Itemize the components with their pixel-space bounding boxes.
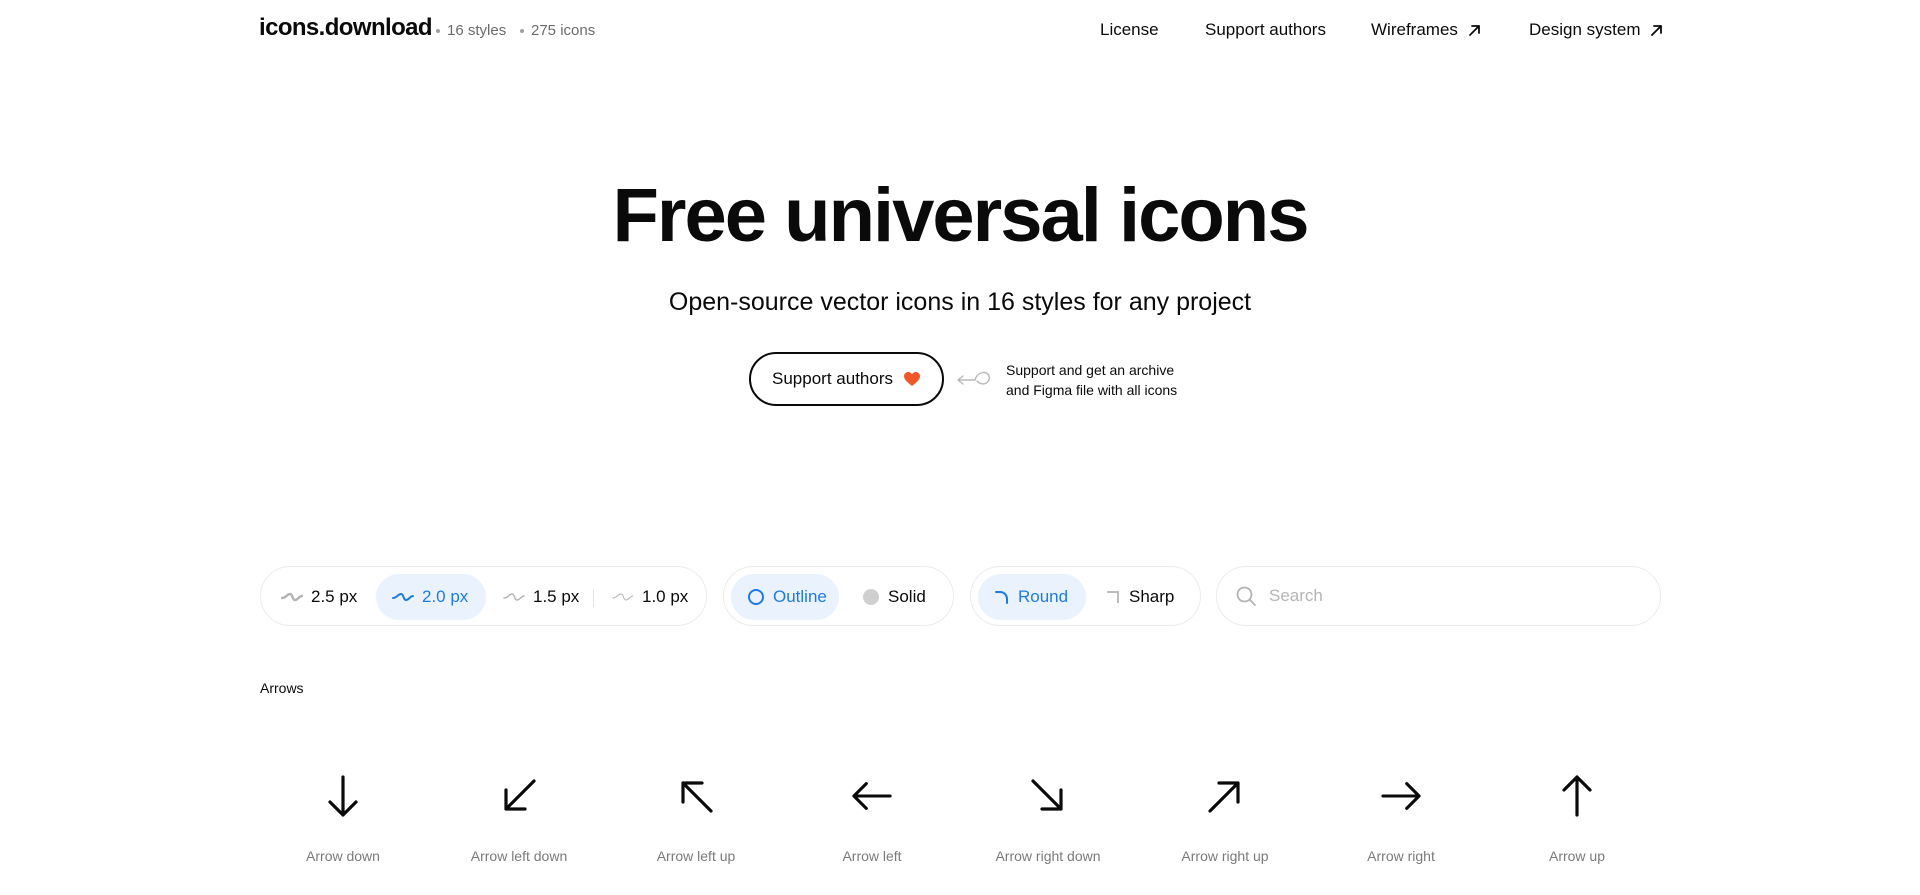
nav-design-system[interactable]: Design system (1529, 20, 1663, 40)
icon-label: Arrow right up (1181, 848, 1269, 864)
icon-label: Arrow down (306, 848, 380, 864)
icons-count-text: 275 icons (531, 22, 596, 39)
icon-label: Arrow left up (656, 848, 736, 864)
divider (593, 589, 594, 607)
support-authors-button-label: Support authors (772, 369, 893, 388)
nav-wireframes-label: Wireframes (1371, 20, 1458, 39)
fill-option-solid[interactable]: Solid (862, 574, 926, 620)
stroke-wave-icon (612, 593, 634, 601)
corner-option-label: Sharp (1129, 587, 1175, 606)
support-note: Support and get an archive and Figma fil… (1006, 360, 1177, 400)
styles-count: 16 styles (436, 22, 506, 39)
stroke-option-label: 2.0 px (422, 587, 469, 606)
icon-label: Arrow left down (470, 848, 568, 864)
logo[interactable]: icons.download (259, 14, 433, 42)
stroke-option-2-0[interactable]: 2.0 px (376, 574, 486, 620)
styles-count-text: 16 styles (447, 22, 507, 39)
arrow-right-icon (1381, 770, 1421, 822)
icon-label: Arrow left (842, 848, 902, 864)
icon-card[interactable]: Arrow down (255, 770, 431, 880)
hero-subtitle: Open-source vector icons in 16 styles fo… (668, 288, 1252, 316)
stroke-option-1-0[interactable]: 1.0 px (612, 574, 688, 620)
bullet-icon (436, 28, 440, 33)
fill-option-label: Outline (773, 587, 827, 606)
corner-option-round[interactable]: Round (978, 574, 1086, 620)
nav-support-authors[interactable]: Support authors (1205, 20, 1326, 40)
stroke-option-label: 2.5 px (311, 587, 358, 606)
stroke-option-label: 1.5 px (533, 587, 580, 606)
fill-option-outline[interactable]: Outline (731, 574, 839, 620)
circle-outline-icon (748, 589, 764, 605)
arrow-left-down-icon (499, 770, 539, 822)
icon-card[interactable]: Arrow left up (608, 770, 784, 880)
stroke-wave-icon (281, 592, 303, 602)
nav-support-authors-label: Support authors (1205, 20, 1326, 39)
stroke-wave-icon (392, 592, 414, 602)
external-arrow-icon (1469, 24, 1480, 36)
icon-label: Arrow up (1548, 848, 1606, 864)
fill-option-label: Solid (888, 587, 926, 606)
hero-title: Free universal icons (612, 173, 1310, 258)
stroke-option-label: 1.0 px (642, 587, 689, 606)
heart-icon (903, 372, 920, 386)
circle-solid-icon (863, 589, 879, 605)
icon-label: Arrow right (1367, 848, 1435, 864)
corner-style-selector: Round Sharp (970, 566, 1201, 626)
nav-design-system-label: Design system (1529, 20, 1641, 39)
search-input[interactable] (1269, 586, 1629, 606)
arrow-left-icon (852, 770, 892, 822)
icon-card[interactable]: Arrow left (784, 770, 960, 880)
nav-license[interactable]: License (1100, 20, 1159, 40)
top-bar: icons.download 16 styles 275 icons Licen… (0, 0, 1920, 60)
icon-card[interactable]: Arrow right down (960, 770, 1136, 880)
corner-option-label: Round (1018, 587, 1069, 606)
round-corner-icon (995, 591, 1008, 604)
arrow-left-up-icon (676, 770, 716, 822)
stroke-width-selector: 2.5 px 2.0 px 1.5 px 1.0 px (260, 566, 707, 626)
sharp-corner-icon (1107, 591, 1119, 603)
nav-wireframes[interactable]: Wireframes (1371, 20, 1481, 40)
fill-style-selector: Outline Solid (723, 566, 954, 626)
search-icon (1236, 586, 1256, 606)
corner-option-sharp[interactable]: Sharp (1105, 574, 1174, 620)
section-title: Arrows (260, 680, 304, 696)
icons-count: 275 icons (520, 22, 595, 39)
stroke-option-1-5[interactable]: 1.5 px (503, 574, 579, 620)
arrow-right-down-icon (1028, 770, 1068, 822)
icon-card[interactable]: Arrow left down (431, 770, 607, 880)
support-note-line: and Figma file with all icons (1006, 382, 1178, 398)
arrow-right-up-icon (1205, 770, 1245, 822)
search-box[interactable] (1216, 566, 1661, 626)
arrow-up-icon (1557, 770, 1597, 822)
support-note-line: Support and get an archive (1006, 362, 1175, 378)
external-arrow-icon (1651, 24, 1663, 36)
support-authors-button[interactable]: Support authors (749, 352, 944, 406)
bullet-icon (520, 28, 524, 33)
icon-card[interactable]: Arrow up (1489, 770, 1665, 880)
icon-card[interactable]: Arrow right (1313, 770, 1489, 880)
nav-license-label: License (1100, 20, 1159, 39)
icon-card[interactable]: Arrow right up (1137, 770, 1313, 880)
icon-label: Arrow right down (995, 848, 1101, 864)
arrow-down-icon (323, 770, 363, 822)
stroke-option-2-5[interactable]: 2.5 px (281, 574, 357, 620)
squiggle-arrow-icon (957, 371, 990, 385)
stroke-wave-icon (503, 593, 525, 601)
